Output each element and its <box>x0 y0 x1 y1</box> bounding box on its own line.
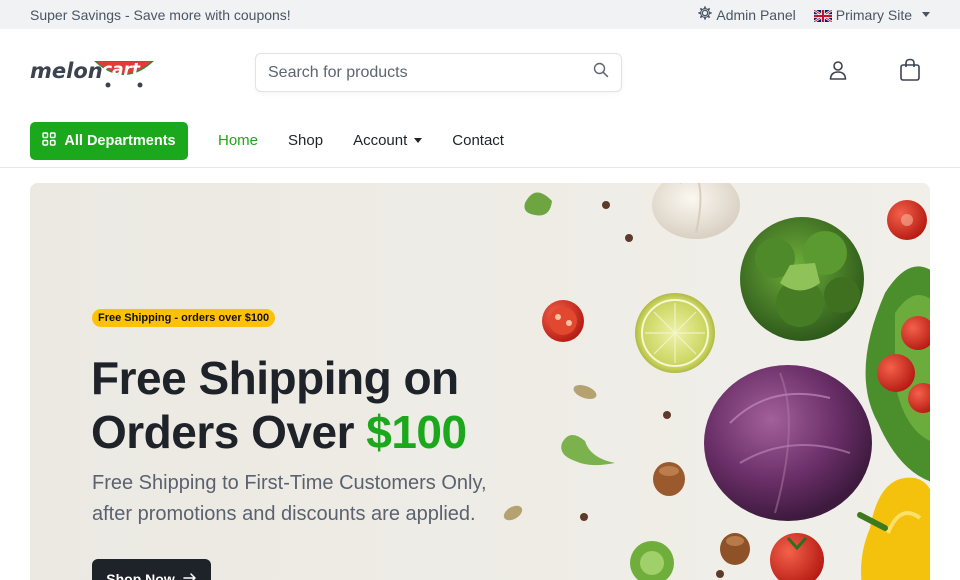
chevron-down-icon <box>922 12 930 17</box>
uk-flag-icon <box>813 8 833 23</box>
svg-text:cart: cart <box>102 60 141 80</box>
main-nav: All Departments Home Shop Account Contac… <box>0 115 960 168</box>
search-icon[interactable] <box>593 62 609 83</box>
shopping-bag-icon <box>899 58 921 87</box>
user-account-button[interactable] <box>824 58 852 86</box>
search-input[interactable] <box>268 63 593 82</box>
promo-badge: Free Shipping - orders over $100 <box>92 309 276 327</box>
admin-panel-label: Admin Panel <box>716 6 796 23</box>
site-selector-label: Primary Site <box>835 6 912 23</box>
nav-link-contact-label: Contact <box>452 132 504 149</box>
top-bar: Super Savings - Save more with coupons! … <box>0 0 960 29</box>
hero-title-line2-prefix: Orders Over <box>91 406 367 458</box>
hero-banner: Free Shipping - orders over $100 Free Sh… <box>30 183 930 580</box>
svg-text:melon: melon <box>30 59 103 83</box>
search-box[interactable] <box>255 53 622 92</box>
logo[interactable]: melon cart <box>30 53 160 89</box>
melon-cart-logo-icon: melon cart <box>30 59 154 88</box>
hero-subtitle: Free Shipping to First-Time Customers On… <box>92 472 487 525</box>
nav-link-home-label: Home <box>218 132 259 149</box>
nav-link-account[interactable]: Account <box>353 132 423 149</box>
top-bar-right: Admin Panel Primary Site <box>698 6 930 23</box>
shop-now-button[interactable]: Shop Now <box>92 559 211 580</box>
nav-link-shop[interactable]: Shop <box>288 132 323 149</box>
user-icon <box>828 60 848 85</box>
hero-title-line1: Free Shipping on <box>91 352 459 404</box>
header: melon cart <box>0 29 960 115</box>
hero-title-accent: $100 <box>366 406 467 458</box>
nav-link-contact[interactable]: Contact <box>452 132 504 149</box>
site-selector[interactable]: Primary Site <box>813 6 930 23</box>
chevron-down-icon <box>414 138 423 143</box>
grid-icon <box>42 132 57 150</box>
arrow-right-icon <box>182 571 197 580</box>
nav-link-shop-label: Shop <box>288 132 324 149</box>
gear-icon <box>698 6 712 23</box>
nav-link-home[interactable]: Home <box>218 132 258 149</box>
nav-links: Home Shop Account Contact <box>218 132 504 149</box>
admin-panel-link[interactable]: Admin Panel <box>698 6 796 23</box>
nav-link-account-label: Account <box>353 132 408 149</box>
cart-button[interactable] <box>896 58 924 86</box>
all-departments-button[interactable]: All Departments <box>30 122 188 160</box>
shop-now-label: Shop Now <box>106 571 175 580</box>
promo-text: Super Savings - Save more with coupons! <box>30 6 291 23</box>
hero-title: Free Shipping on Orders Over $100 <box>91 351 467 459</box>
all-departments-label: All Departments <box>64 133 176 149</box>
